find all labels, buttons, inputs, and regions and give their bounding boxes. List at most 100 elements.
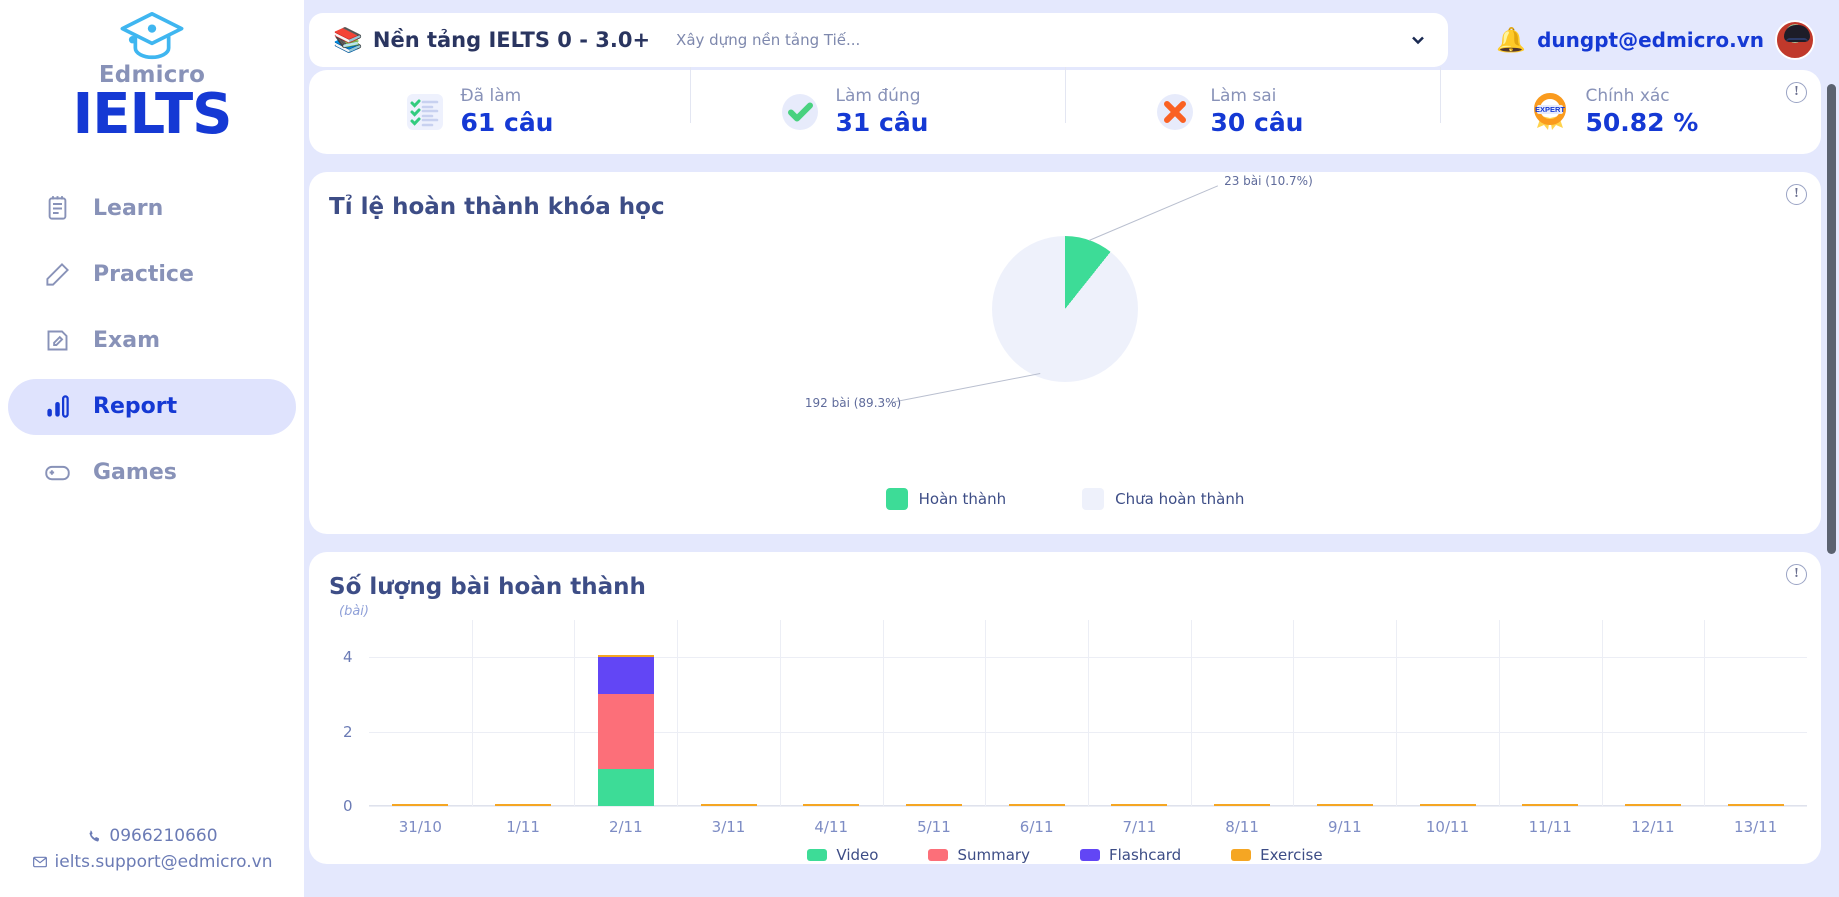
pie-legend: Hoàn thành Chưa hoàn thành (309, 476, 1821, 534)
x-axis-tick: 3/11 (711, 818, 746, 836)
sidebar-item-games[interactable]: Games (8, 445, 296, 501)
bar-chart: (bài) 0 2 4 31/10 1/11 2/11 3/11 4/11 5/11 6/11 7/… (309, 604, 1821, 842)
bar-stack[interactable] (1214, 804, 1271, 806)
bar-segment[interactable] (597, 694, 654, 769)
user-area: 🔔 dungpt@edmicro.vn (1496, 19, 1821, 60)
x-axis-tick: 31/10 (398, 818, 442, 836)
bar-segment[interactable] (1008, 804, 1065, 806)
legend-item-summary[interactable]: Summary (928, 846, 1030, 864)
contact-email[interactable]: ielts.support@edmicro.vn (32, 850, 273, 876)
bar-stack[interactable] (1624, 804, 1681, 806)
bar-segment[interactable] (597, 657, 654, 695)
brand-logo[interactable]: Edmicro IELTS (72, 0, 233, 145)
course-description: Xây dựng nền tảng Tiế... (676, 30, 861, 49)
sidebar-item-learn[interactable]: Learn (8, 181, 296, 237)
pie-slices[interactable] (992, 236, 1138, 382)
bar-legend: Video Summary Flashcard Exercise (309, 842, 1821, 864)
bar-stack[interactable] (1419, 804, 1476, 806)
bar-segment[interactable] (392, 804, 449, 806)
bar-stack[interactable] (597, 655, 654, 806)
legend-item-incomplete[interactable]: Chưa hoàn thành (1082, 488, 1244, 510)
bell-icon[interactable]: 🔔 (1496, 28, 1526, 52)
gridline-vertical (1601, 620, 1603, 806)
check-circle-icon (781, 94, 818, 130)
contact-email-text: ielts.support@edmicro.vn (54, 851, 273, 872)
checklist-icon (406, 94, 443, 130)
bar-stack[interactable] (1008, 804, 1065, 806)
gridline-vertical (985, 620, 987, 806)
bar-stack[interactable] (495, 804, 552, 806)
stat-value: 30 câu (1210, 108, 1304, 138)
vertical-scrollbar[interactable] (1827, 84, 1836, 554)
exam-note-icon (47, 330, 68, 351)
bar-stack[interactable] (700, 804, 757, 806)
sidebar-item-label: Games (93, 460, 177, 486)
y-axis-tick: 0 (343, 797, 353, 815)
bar-segment[interactable] (597, 768, 654, 806)
x-axis-tick: 12/11 (1631, 818, 1675, 836)
contact-phone[interactable]: 0966210660 (32, 824, 273, 850)
bar-stack[interactable] (1522, 804, 1579, 806)
x-axis-tick: 10/11 (1425, 818, 1470, 836)
mail-icon (32, 856, 47, 868)
stats-card: ! Đã làm 61 câu Làm đúng 31 câu Làm sai … (309, 67, 1821, 154)
sidebar-item-practice[interactable]: Practice (8, 247, 296, 303)
legend-label: Exercise (1260, 846, 1323, 864)
phone-icon (89, 830, 100, 842)
avatar[interactable] (1775, 19, 1815, 60)
legend-label: Hoàn thành (918, 490, 1007, 508)
bar-stack[interactable] (803, 804, 860, 806)
bar-stack[interactable] (392, 804, 449, 806)
sidebar: Edmicro IELTS Learn Practice Exam Report… (0, 0, 304, 897)
info-icon[interactable]: ! (1786, 564, 1807, 585)
legend-swatch (928, 849, 949, 861)
user-email[interactable]: dungpt@edmicro.vn (1537, 28, 1764, 52)
legend-swatch (1079, 849, 1100, 861)
sidebar-item-report[interactable]: Report (8, 378, 296, 435)
bar-segment[interactable] (700, 804, 757, 806)
chevron-down-icon[interactable] (1408, 30, 1428, 50)
y-axis-tick: 2 (343, 722, 353, 741)
bar-stack[interactable] (905, 804, 962, 806)
x-axis-tick: 9/11 (1327, 818, 1362, 836)
info-icon[interactable]: ! (1786, 184, 1807, 205)
pie-label-incomplete: 192 bài (89.3%) (804, 395, 902, 410)
bar-segment[interactable] (1727, 804, 1784, 806)
legend-item-completed[interactable]: Hoàn thành (885, 488, 1007, 510)
gridline-vertical (1704, 620, 1706, 806)
legend-item-video[interactable]: Video (807, 846, 878, 864)
sidebar-item-label: Learn (93, 196, 164, 222)
y-axis-tick: 4 (343, 648, 353, 667)
sidebar-item-label: Exam (93, 328, 160, 354)
legend-label: Summary (957, 846, 1030, 864)
bar-segment[interactable] (1624, 804, 1681, 806)
bar-segment[interactable] (1316, 804, 1373, 806)
completion-rate-title: Tỉ lệ hoàn thành khóa học (329, 194, 665, 220)
sidebar-item-exam[interactable]: Exam (8, 313, 296, 369)
stat-value: 31 câu (835, 108, 929, 138)
bar-segment[interactable] (1419, 804, 1476, 806)
x-axis-tick: 8/11 (1225, 818, 1259, 836)
pie-label-completed: 23 bài (10.7%) (1224, 174, 1313, 189)
stat-value: 50.82 % (1585, 108, 1699, 138)
gridline-vertical (471, 620, 473, 806)
bar-segment[interactable] (495, 804, 552, 806)
course-title: Nền tảng IELTS 0 - 3.0+ (372, 27, 651, 52)
legend-item-exercise[interactable]: Exercise (1231, 846, 1323, 864)
bar-segment[interactable] (1111, 804, 1168, 806)
legend-item-flashcard[interactable]: Flashcard (1079, 846, 1182, 864)
bar-stack[interactable] (1727, 804, 1784, 806)
stat-label: Chính xác (1585, 86, 1670, 107)
bar-segment[interactable] (905, 804, 962, 806)
stat-correct: Làm đúng 31 câu (690, 67, 1065, 138)
course-selector[interactable]: 📚 Nền tảng IELTS 0 - 3.0+ Xây dựng nền t… (309, 12, 1449, 67)
bar-segment[interactable] (803, 804, 860, 806)
gridline-vertical (779, 620, 781, 806)
app-root: Edmicro IELTS Learn Practice Exam Report… (0, 0, 1839, 897)
bar-segment[interactable] (1214, 804, 1271, 806)
bar-stack[interactable] (1316, 804, 1373, 806)
bar-stack[interactable] (1111, 804, 1168, 806)
bar-segment[interactable] (1522, 804, 1579, 806)
legend-label: Flashcard (1108, 846, 1182, 864)
notebook-icon (48, 196, 67, 220)
